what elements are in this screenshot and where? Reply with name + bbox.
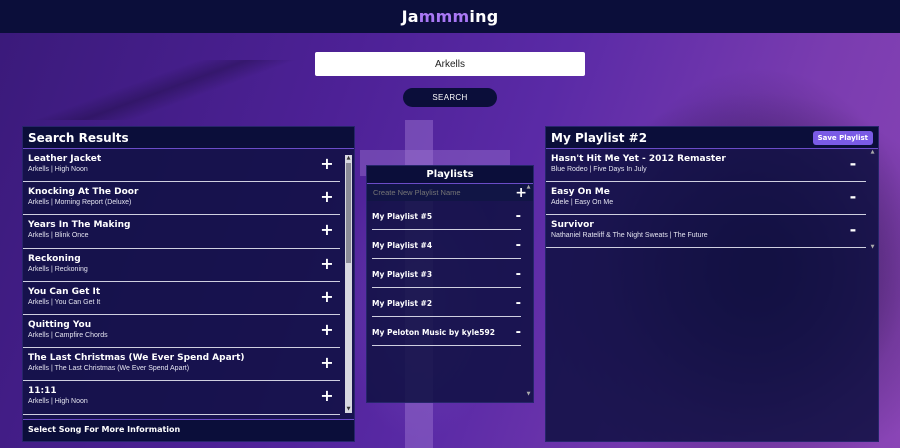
scroll-thumb[interactable] (346, 163, 351, 263)
plus-icon[interactable]: + (320, 255, 334, 272)
track-info: Arkells | You Can Get It (28, 298, 101, 306)
track-info: Arkells | High Noon (28, 398, 88, 406)
track-item[interactable]: Reckoning Arkells | Reckoning + (23, 249, 340, 282)
scroll-up-arrow-icon[interactable]: ▲ (525, 184, 532, 191)
app-logo: Jammming (402, 7, 499, 26)
search-button[interactable]: SEARCH (403, 88, 497, 107)
track-item[interactable]: Knocking At The Door Arkells | Morning R… (23, 182, 340, 216)
playlists-panel: Playlists + My Playlist #5 - My Playlist… (366, 165, 534, 403)
logo-prefix: Ja (401, 7, 419, 26)
scroll-down-arrow-icon[interactable]: ▼ (525, 391, 532, 398)
track-name: Quitting You (28, 319, 92, 330)
minus-icon[interactable]: - (516, 210, 521, 223)
track-name: Reckoning (28, 253, 81, 264)
plus-icon[interactable]: + (320, 156, 334, 172)
minus-icon[interactable]: - (516, 297, 521, 310)
track-item[interactable]: Years In The Making Arkells | Blink Once… (23, 215, 340, 249)
app-header: Jammming (0, 0, 900, 33)
track-name: 11:11 (28, 386, 57, 397)
playlist-name: My Playlist #3 (372, 270, 433, 279)
track-info: Adele | Easy On Me (551, 199, 614, 206)
plus-icon[interactable]: + (320, 189, 334, 205)
logo-suffix: ing (469, 7, 499, 26)
minus-icon[interactable]: - (516, 239, 521, 252)
plus-icon[interactable]: + (320, 222, 334, 238)
track-item[interactable]: 11:11 Arkells | High Noon + (23, 381, 340, 415)
playlist-name: My Playlist #2 (372, 299, 433, 308)
playlists-header: Playlists (367, 166, 533, 184)
playlist-list-item[interactable]: My Playlist #2 - (372, 288, 521, 317)
track-name: Years In The Making (28, 220, 131, 231)
track-name: Leather Jacket (28, 154, 102, 164)
track-info: Arkells | Campfire Chords (28, 331, 108, 339)
track-item[interactable]: You Can Get It Arkells | You Can Get It … (23, 282, 340, 315)
scroll-down-arrow-icon[interactable]: ▼ (345, 406, 352, 413)
minus-icon[interactable]: - (846, 156, 860, 172)
new-playlist-row: + (367, 184, 533, 201)
current-playlist-panel: My Playlist #2 Save Playlist Hasn't Hit … (545, 126, 879, 442)
minus-icon[interactable]: - (516, 268, 521, 281)
track-info: Nathaniel Rateliff & The Night Sweats | … (551, 232, 708, 239)
track-item[interactable]: The Last Christmas (We Ever Spend Apart)… (23, 348, 340, 382)
playlist-list-item[interactable]: My Playlist #5 - (372, 201, 521, 230)
track-item[interactable]: Quitting You Arkells | Campfire Chords + (23, 315, 340, 349)
current-playlist-list[interactable]: Hasn't Hit Me Yet - 2012 Remaster Blue R… (546, 149, 878, 255)
search-results-footer: Select Song For More Information (23, 419, 354, 441)
current-playlist-title: My Playlist #2 (551, 130, 648, 145)
track-info: Arkells | Reckoning (28, 265, 88, 273)
plus-icon[interactable]: + (320, 388, 334, 404)
scroll-up-arrow-icon[interactable]: ▲ (345, 155, 352, 162)
current-playlist-header: My Playlist #2 Save Playlist (546, 127, 878, 149)
track-name: Knocking At The Door (28, 187, 139, 198)
playlist-name: My Peloton Music by kyle592 (372, 328, 495, 337)
search-results-title: Search Results (28, 130, 129, 145)
search-input[interactable] (315, 52, 585, 76)
track-info: Blue Rodeo | Five Days In July (551, 166, 647, 173)
search-results-header: Search Results (23, 127, 354, 149)
new-playlist-input[interactable] (373, 188, 503, 197)
track-info: Arkells | Blink Once (28, 232, 89, 240)
playlist-list-item[interactable]: My Playlist #4 - (372, 230, 521, 259)
playlist-name: My Playlist #5 (372, 212, 433, 221)
playlist-name: My Playlist #4 (372, 241, 433, 250)
save-playlist-button[interactable]: Save Playlist (812, 130, 873, 145)
track-name: Survivor (551, 220, 594, 230)
scroll-down-arrow-icon[interactable]: ▼ (869, 244, 876, 251)
plus-icon[interactable]: + (320, 288, 334, 305)
search-results-scrollbar[interactable]: ▲ ▼ (345, 155, 352, 413)
track-info: Arkells | Morning Report (Deluxe) (28, 199, 132, 207)
minus-icon[interactable]: - (846, 222, 860, 238)
track-name: The Last Christmas (We Ever Spend Apart) (28, 353, 245, 364)
current-playlist-scrollbar[interactable]: ▲ ▼ (869, 149, 876, 251)
search-results-panel: Search Results Leather Jacket Arkells | … (22, 126, 355, 442)
search-results-list[interactable]: Leather Jacket Arkells | High Noon + Kno… (23, 149, 354, 417)
track-name: Easy On Me (551, 187, 610, 197)
logo-accent: mmm (418, 7, 470, 26)
scroll-up-arrow-icon[interactable]: ▲ (869, 149, 876, 156)
track-name: You Can Get It (28, 286, 101, 297)
track-item[interactable]: Survivor Nathaniel Rateliff & The Night … (546, 215, 866, 248)
track-item[interactable]: Hasn't Hit Me Yet - 2012 Remaster Blue R… (546, 149, 866, 182)
playlists-title: Playlists (426, 169, 474, 180)
minus-icon[interactable]: - (516, 326, 521, 339)
playlists-scrollbar[interactable]: ▲ ▼ (525, 184, 532, 398)
track-name: Hasn't Hit Me Yet - 2012 Remaster (551, 154, 726, 164)
playlist-list-item[interactable]: My Peloton Music by kyle592 - (372, 317, 521, 346)
playlist-list-item[interactable]: My Playlist #3 - (372, 259, 521, 288)
track-info: Arkells | High Noon (28, 166, 88, 173)
plus-icon[interactable]: + (320, 321, 334, 338)
plus-icon[interactable]: + (320, 355, 334, 371)
minus-icon[interactable]: - (846, 189, 860, 205)
track-item[interactable]: Leather Jacket Arkells | High Noon + (23, 149, 340, 183)
track-info: Arkells | The Last Christmas (We Ever Sp… (28, 365, 190, 373)
track-item[interactable]: Easy On Me Adele | Easy On Me - (546, 182, 866, 215)
background-diagonal (0, 60, 330, 120)
